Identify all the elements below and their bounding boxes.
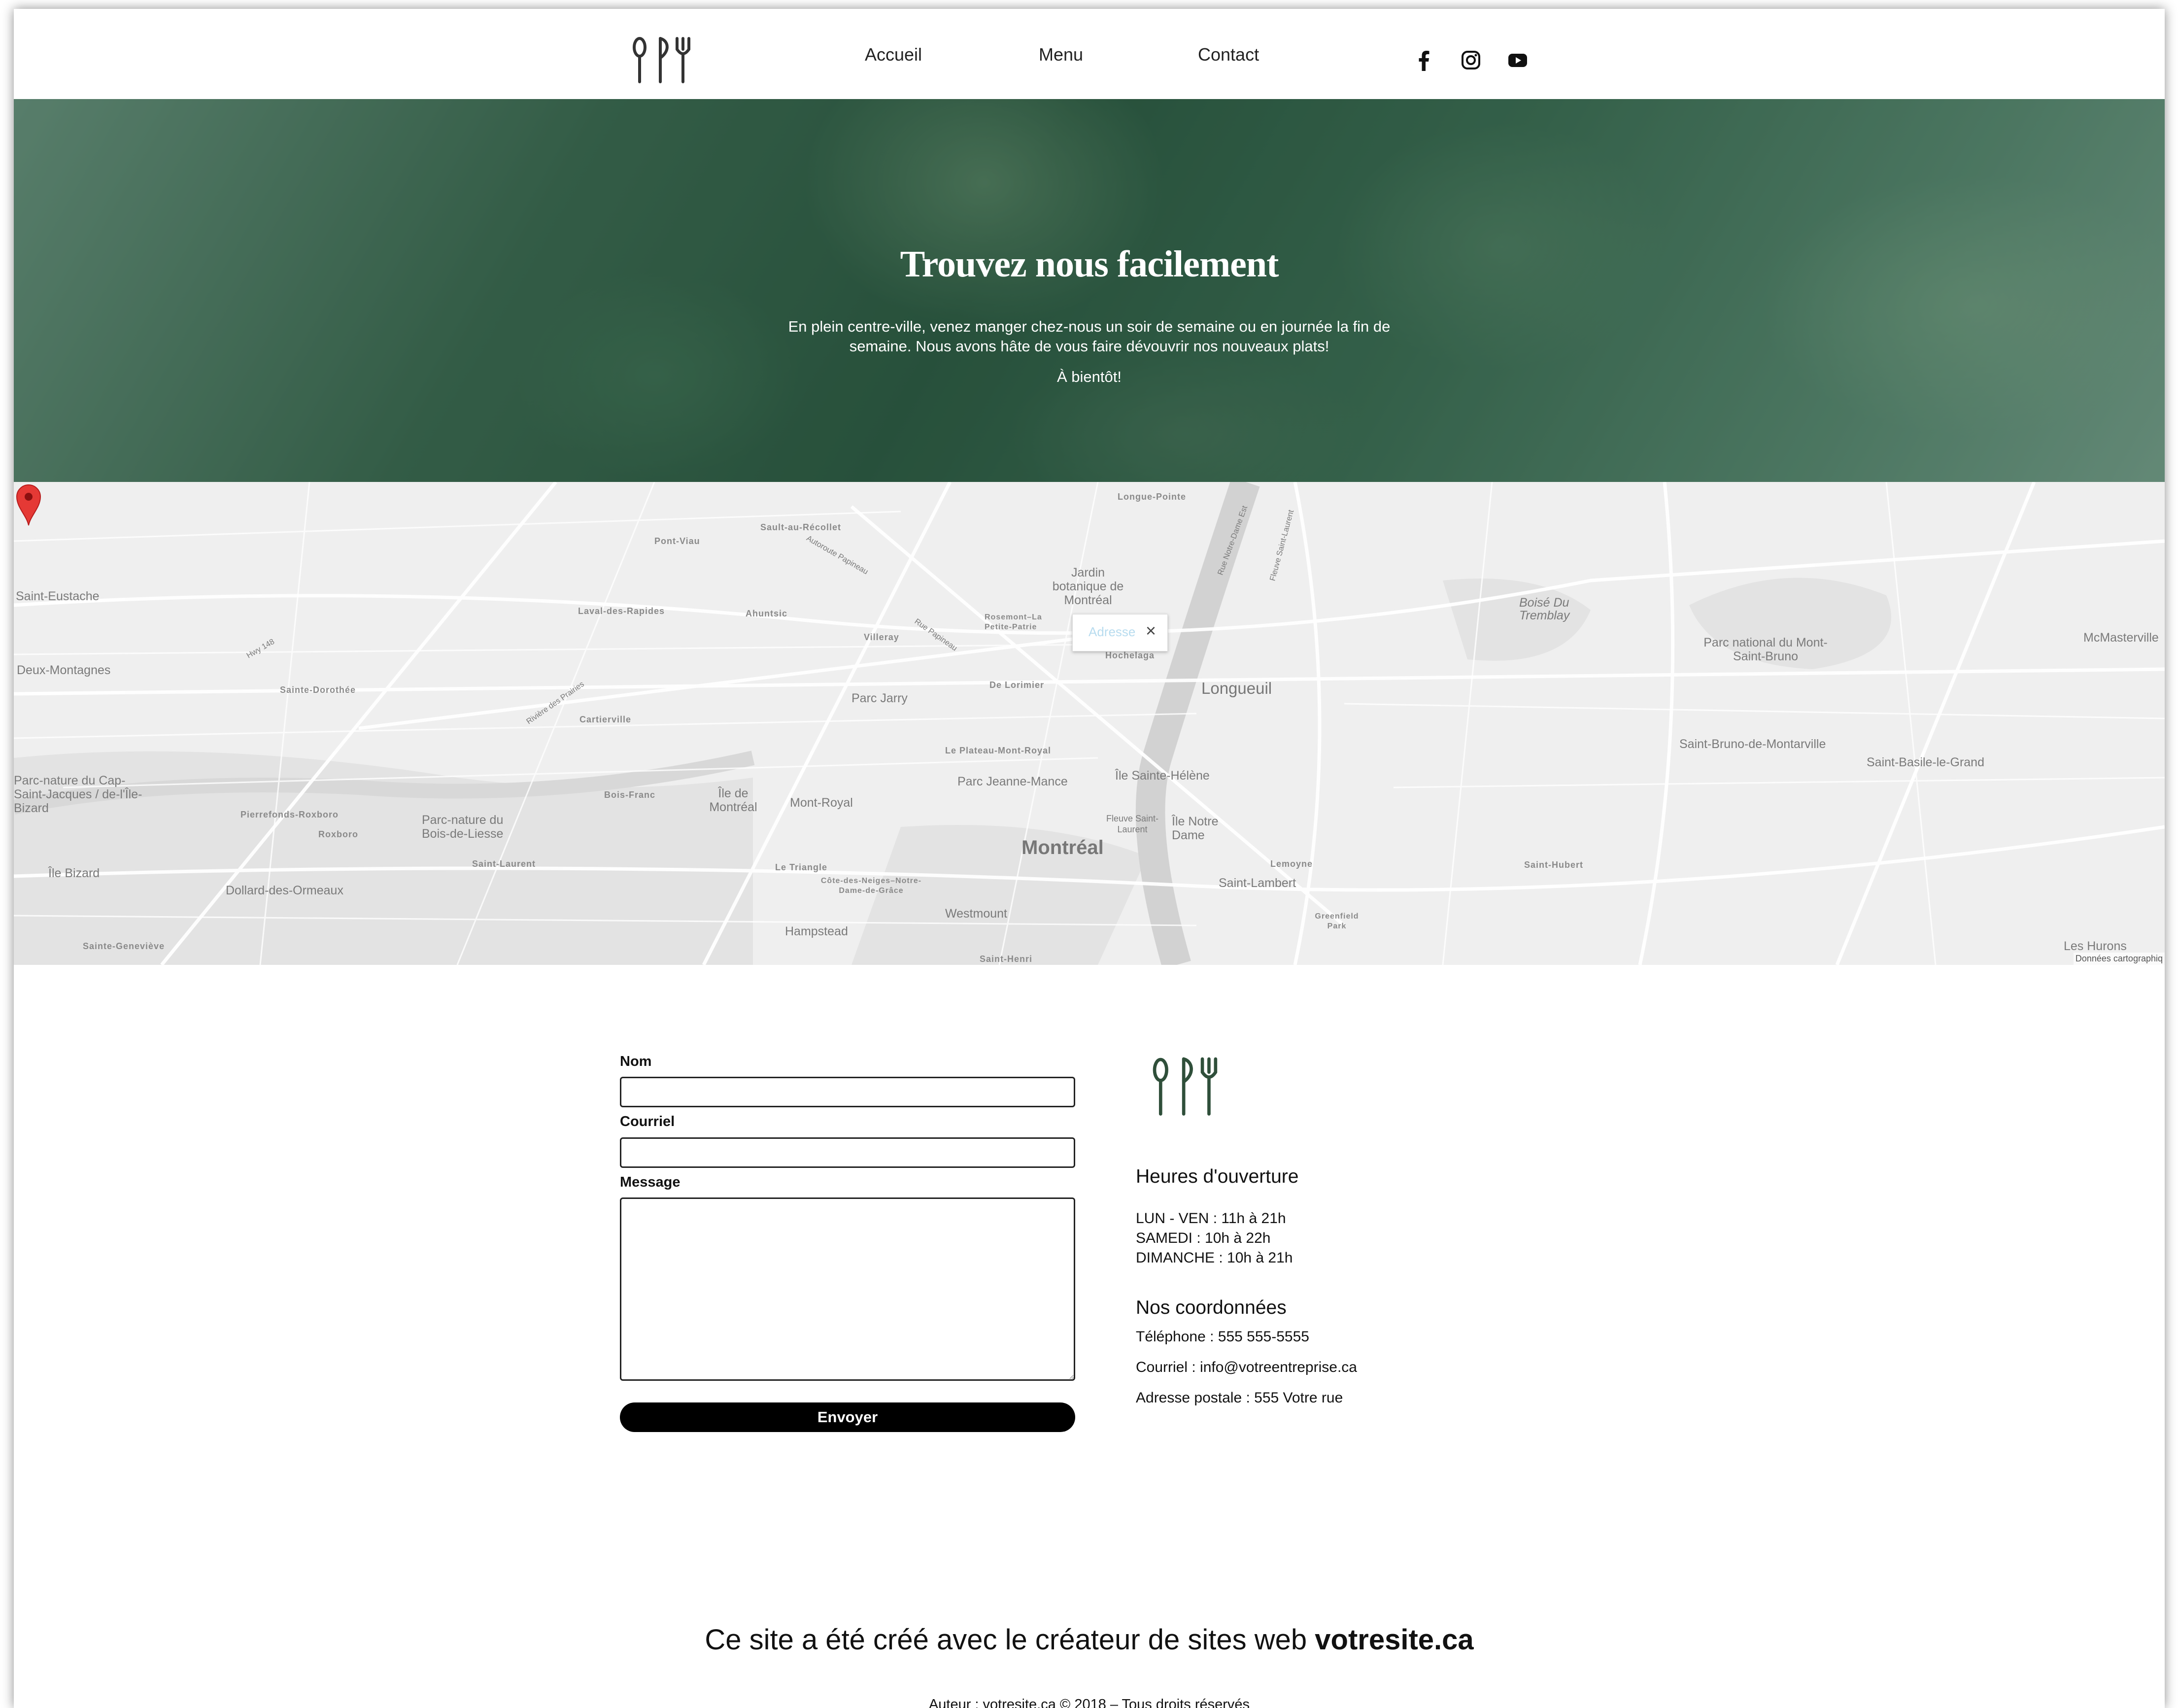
email-text: Courriel : info@votreentreprise.ca bbox=[1136, 1359, 1357, 1375]
map-label: Montréal bbox=[1021, 837, 1104, 858]
nav-link-menu[interactable]: Menu bbox=[1039, 44, 1083, 65]
map-label: Westmount bbox=[945, 907, 1007, 921]
map-label: Les Hurons bbox=[2064, 939, 2127, 953]
map-label: Parc national du Mont-Saint-Bruno bbox=[1703, 636, 1828, 663]
map-label: Greenfield Park bbox=[1315, 912, 1359, 930]
map-label: Fleuve Saint-Laurent bbox=[1106, 814, 1159, 834]
map-label: Parc-nature du Cap-Saint-Jacques / de-l'… bbox=[14, 774, 142, 815]
hours-line: DIMANCHE : 10h à 21h bbox=[1136, 1250, 1293, 1266]
hours-line: SAMEDI : 10h à 22h bbox=[1136, 1230, 1271, 1246]
map-pin-icon[interactable] bbox=[14, 482, 43, 526]
cutlery-logo-icon[interactable] bbox=[630, 34, 694, 84]
map-label: Pierrefonds-Roxboro bbox=[240, 810, 339, 820]
map-label: Parc Jarry bbox=[851, 691, 908, 705]
footer-promo: Ce site a été créé avec le créateur de s… bbox=[14, 1623, 2165, 1656]
hero-description: En plein centre-ville, venez manger chez… bbox=[788, 318, 1391, 355]
map-label: Saint-Eustache bbox=[16, 589, 100, 603]
map-label: Hochelaga bbox=[1105, 650, 1155, 660]
close-icon[interactable]: × bbox=[1146, 620, 1156, 641]
map-label: Île Bizard bbox=[48, 866, 100, 880]
map-label: Saint-Lambert bbox=[1219, 876, 1296, 890]
map-label: Saint-Laurent bbox=[472, 859, 536, 869]
hours-heading: Heures d'ouverture bbox=[1136, 1166, 1299, 1187]
browser-page: Accueil Menu Contact Trouvez nous facile… bbox=[14, 9, 2165, 1708]
map-label: Saint-Hubert bbox=[1524, 860, 1583, 870]
hero-signoff: À bientôt! bbox=[1057, 368, 1122, 385]
map-label: Dollard-des-Ormeaux bbox=[226, 884, 343, 897]
map-label: Roxboro bbox=[318, 829, 358, 839]
location-map[interactable]: Longue-Pointe Sault-au-Récollet Pont-Via… bbox=[14, 482, 2165, 965]
nav-link-contact[interactable]: Contact bbox=[1198, 44, 1259, 65]
phone-text: Téléphone : 555 555-5555 bbox=[1136, 1329, 1309, 1345]
hours-line: LUN - VEN : 11h à 21h bbox=[1136, 1210, 1286, 1227]
map-info-popup[interactable]: Adresse × bbox=[1072, 614, 1168, 651]
map-label: Lemoyne bbox=[1270, 859, 1313, 869]
map-label: Le Plateau-Mont-Royal bbox=[945, 746, 1052, 755]
facebook-icon[interactable] bbox=[1413, 49, 1435, 71]
submit-button[interactable]: Envoyer bbox=[620, 1402, 1075, 1432]
map-label: Villeray bbox=[864, 632, 899, 642]
hero-title: Trouvez nous facilement bbox=[900, 243, 1279, 285]
address-text: Adresse postale : 555 Votre rue bbox=[1136, 1390, 1343, 1406]
map-label: McMasterville bbox=[2083, 631, 2159, 645]
map-label: Mont-Royal bbox=[790, 796, 853, 810]
footer-credit: Auteur : votresite.ca © 2018 – Tous droi… bbox=[928, 1697, 1250, 1708]
map-popup-text: Adresse bbox=[1089, 624, 1136, 639]
map-label: De Lorimier bbox=[989, 680, 1045, 690]
map-label: Hampstead bbox=[785, 924, 848, 938]
message-textarea[interactable] bbox=[620, 1197, 1075, 1381]
map-label: Laval-des-Rapides bbox=[578, 606, 665, 616]
map-label: Île de Montréal bbox=[709, 786, 757, 814]
nav-link-home[interactable]: Accueil bbox=[865, 44, 922, 65]
cutlery-logo-icon bbox=[1153, 1057, 1218, 1116]
email-field[interactable] bbox=[620, 1137, 1075, 1168]
map-label: Rosemont–La Petite-Patrie bbox=[985, 613, 1042, 631]
map-label: Sainte-Geneviève bbox=[83, 941, 165, 951]
map-label: Cartierville bbox=[579, 715, 632, 724]
youtube-icon[interactable] bbox=[1507, 49, 1529, 71]
email-label: Courriel bbox=[620, 1114, 675, 1129]
name-label: Nom bbox=[620, 1054, 652, 1069]
map-label: Le Triangle bbox=[775, 862, 828, 872]
map-attribution: Données cartographiq bbox=[2073, 953, 2165, 965]
contact-heading: Nos coordonnées bbox=[1136, 1297, 1287, 1318]
message-label: Message bbox=[620, 1174, 681, 1190]
map-label: Longueuil bbox=[1201, 679, 1272, 697]
map-label: Saint-Basile-le-Grand bbox=[1867, 755, 1984, 769]
instagram-icon[interactable] bbox=[1460, 49, 1482, 71]
map-label: Côte-des-Neiges–Notre-Dame-de-Grâce bbox=[820, 877, 922, 895]
map-label: Saint-Bruno-de-Montarville bbox=[1679, 737, 1826, 751]
name-field[interactable] bbox=[620, 1077, 1075, 1107]
map-label: Parc Jeanne-Mance bbox=[957, 775, 1068, 788]
footer-promo-text: Ce site a été créé avec le créateur de s… bbox=[705, 1624, 1315, 1656]
map-label: Pont-Viau bbox=[654, 536, 700, 546]
map-label: Boisé Du Tremblay bbox=[1519, 596, 1570, 622]
map-label: Longue-Pointe bbox=[1118, 492, 1186, 502]
hero-image-overlay bbox=[14, 99, 2165, 482]
map-label: Ahuntsic bbox=[746, 609, 788, 618]
map-label: Sault-au-Récollet bbox=[760, 522, 842, 532]
map-label: Deux-Montagnes bbox=[17, 663, 111, 677]
map-label: Saint-Henri bbox=[980, 954, 1033, 964]
map-label: Île Sainte-Hélène bbox=[1115, 769, 1210, 783]
map-label: Bois-Franc bbox=[604, 790, 656, 800]
map-label: Île Notre Dame bbox=[1172, 815, 1219, 842]
map-label: Sainte-Dorothée bbox=[280, 685, 356, 695]
hero-banner: Trouvez nous facilement En plein centre-… bbox=[14, 99, 2165, 482]
map-label: Parc-nature du Bois-de-Liesse bbox=[422, 813, 504, 841]
footer-brand-link[interactable]: votresite.ca bbox=[1315, 1624, 1473, 1656]
map-label: Jardin botanique de Montréal bbox=[1052, 566, 1124, 607]
top-navigation-bar: Accueil Menu Contact bbox=[14, 9, 2165, 99]
